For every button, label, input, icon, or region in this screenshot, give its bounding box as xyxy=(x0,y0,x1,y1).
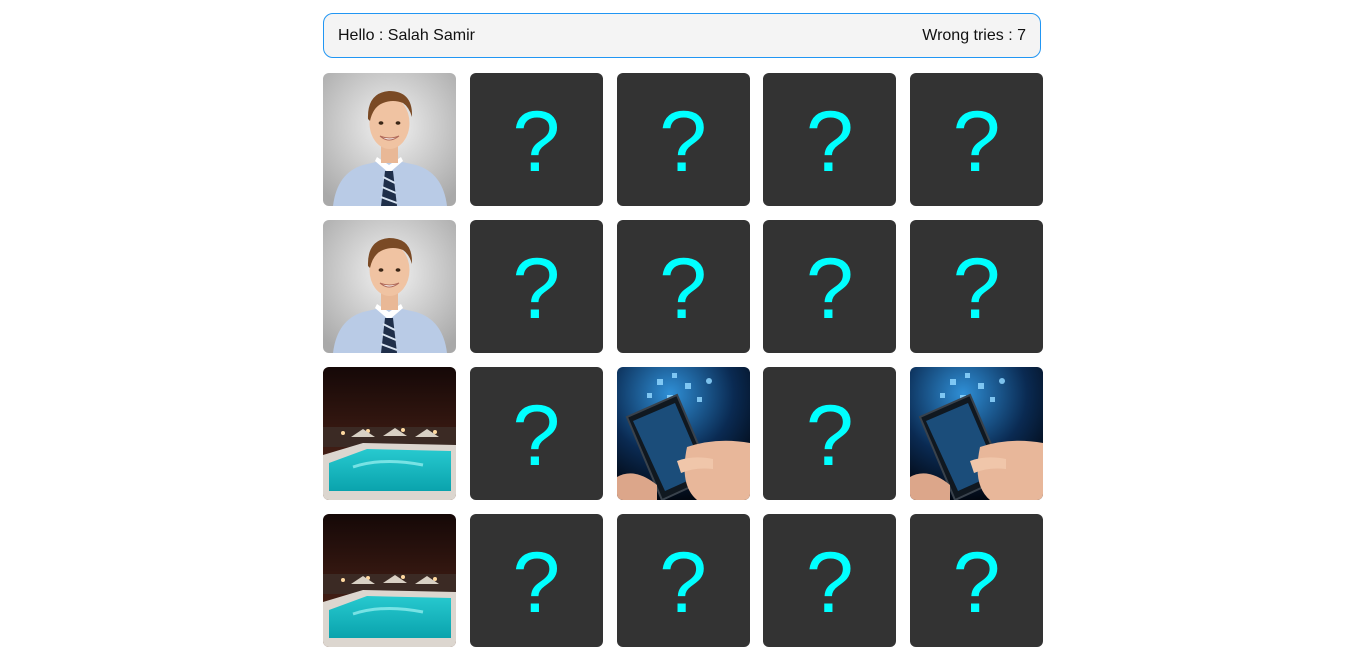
memory-card[interactable]: ? xyxy=(910,514,1043,647)
question-mark-icon: ? xyxy=(659,93,707,190)
info-bar: Hello : Salah Samir Wrong tries : 7 xyxy=(323,13,1041,58)
pool-night-image xyxy=(323,514,456,647)
memory-game-board: ? ? ? ? ? ? ? ? ? ? ? ? ? ? xyxy=(323,73,1043,647)
memory-card[interactable]: ? xyxy=(616,514,750,647)
smartphone-hands-image xyxy=(616,367,750,500)
memory-card[interactable]: ? xyxy=(469,220,603,353)
player-greeting: Hello : Salah Samir xyxy=(338,26,475,44)
question-mark-icon: ? xyxy=(952,240,1001,337)
memory-card[interactable] xyxy=(323,220,456,353)
man-portrait-image xyxy=(323,220,456,353)
memory-card[interactable]: ? xyxy=(616,220,750,353)
wrong-tries-counter: Wrong tries : 7 xyxy=(922,26,1026,44)
memory-card[interactable] xyxy=(323,73,456,206)
question-mark-icon: ? xyxy=(805,387,854,484)
memory-card[interactable] xyxy=(910,367,1043,500)
question-mark-icon: ? xyxy=(805,93,854,190)
memory-card[interactable]: ? xyxy=(469,367,603,500)
memory-card[interactable]: ? xyxy=(469,514,603,647)
memory-card[interactable]: ? xyxy=(763,514,897,647)
question-mark-icon: ? xyxy=(512,387,561,484)
memory-card[interactable]: ? xyxy=(763,220,897,353)
memory-card[interactable]: ? xyxy=(910,220,1043,353)
memory-card[interactable]: ? xyxy=(910,73,1043,206)
memory-card[interactable]: ? xyxy=(763,73,897,206)
question-mark-icon: ? xyxy=(659,534,707,631)
question-mark-icon: ? xyxy=(952,93,1001,190)
question-mark-icon: ? xyxy=(805,534,854,631)
man-portrait-image xyxy=(323,73,456,206)
memory-card[interactable] xyxy=(616,367,750,500)
question-mark-icon: ? xyxy=(512,93,561,190)
memory-card[interactable]: ? xyxy=(616,73,750,206)
smartphone-hands-image xyxy=(910,367,1043,500)
memory-card[interactable] xyxy=(323,514,456,647)
question-mark-icon: ? xyxy=(952,534,1001,631)
question-mark-icon: ? xyxy=(659,240,707,337)
memory-card[interactable]: ? xyxy=(469,73,603,206)
memory-card[interactable] xyxy=(323,367,456,500)
question-mark-icon: ? xyxy=(512,534,561,631)
question-mark-icon: ? xyxy=(805,240,854,337)
pool-night-image xyxy=(323,367,456,500)
memory-card[interactable]: ? xyxy=(763,367,897,500)
question-mark-icon: ? xyxy=(512,240,561,337)
